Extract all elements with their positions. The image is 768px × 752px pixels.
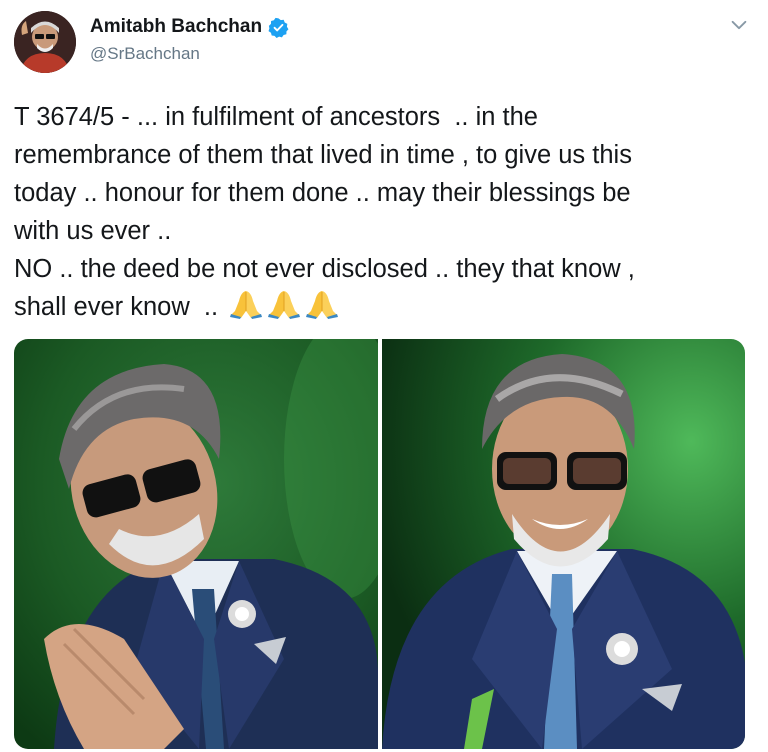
tweet-line: with us ever .. — [14, 217, 172, 245]
media-grid — [14, 339, 745, 749]
tweet-line-last: shall ever know .. — [14, 288, 754, 326]
emoji-group — [225, 291, 339, 321]
tweet-line: NO .. the deed be not ever disclosed .. … — [14, 255, 635, 283]
author-display-name[interactable]: Amitabh Bachchan — [90, 16, 262, 38]
chevron-down-icon[interactable] — [728, 14, 750, 36]
tweet-card: Amitabh Bachchan @SrBachchan T 3674/5 - … — [0, 0, 768, 752]
tweet-line: T 3674/5 - ... in fulfilment of ancestor… — [14, 103, 538, 131]
tweet-photo-1[interactable] — [14, 339, 378, 749]
tweet-line: remembrance of them that lived in time ,… — [14, 141, 632, 169]
verified-badge-icon — [268, 17, 289, 38]
folded-hands-emoji-icon — [230, 291, 263, 319]
tweet-line: today .. honour for them done .. may the… — [14, 179, 631, 207]
tweet-line-text: shall ever know .. — [14, 293, 226, 321]
author-name-row[interactable]: Amitabh Bachchan — [90, 16, 289, 38]
tweet-photo-2[interactable] — [381, 339, 745, 749]
folded-hands-emoji-icon — [268, 291, 301, 319]
avatar[interactable] — [14, 11, 76, 73]
author-handle[interactable]: @SrBachchan — [90, 44, 200, 64]
tweet-text: T 3674/5 - ... in fulfilment of ancestor… — [14, 98, 754, 326]
folded-hands-emoji-icon — [306, 291, 339, 319]
